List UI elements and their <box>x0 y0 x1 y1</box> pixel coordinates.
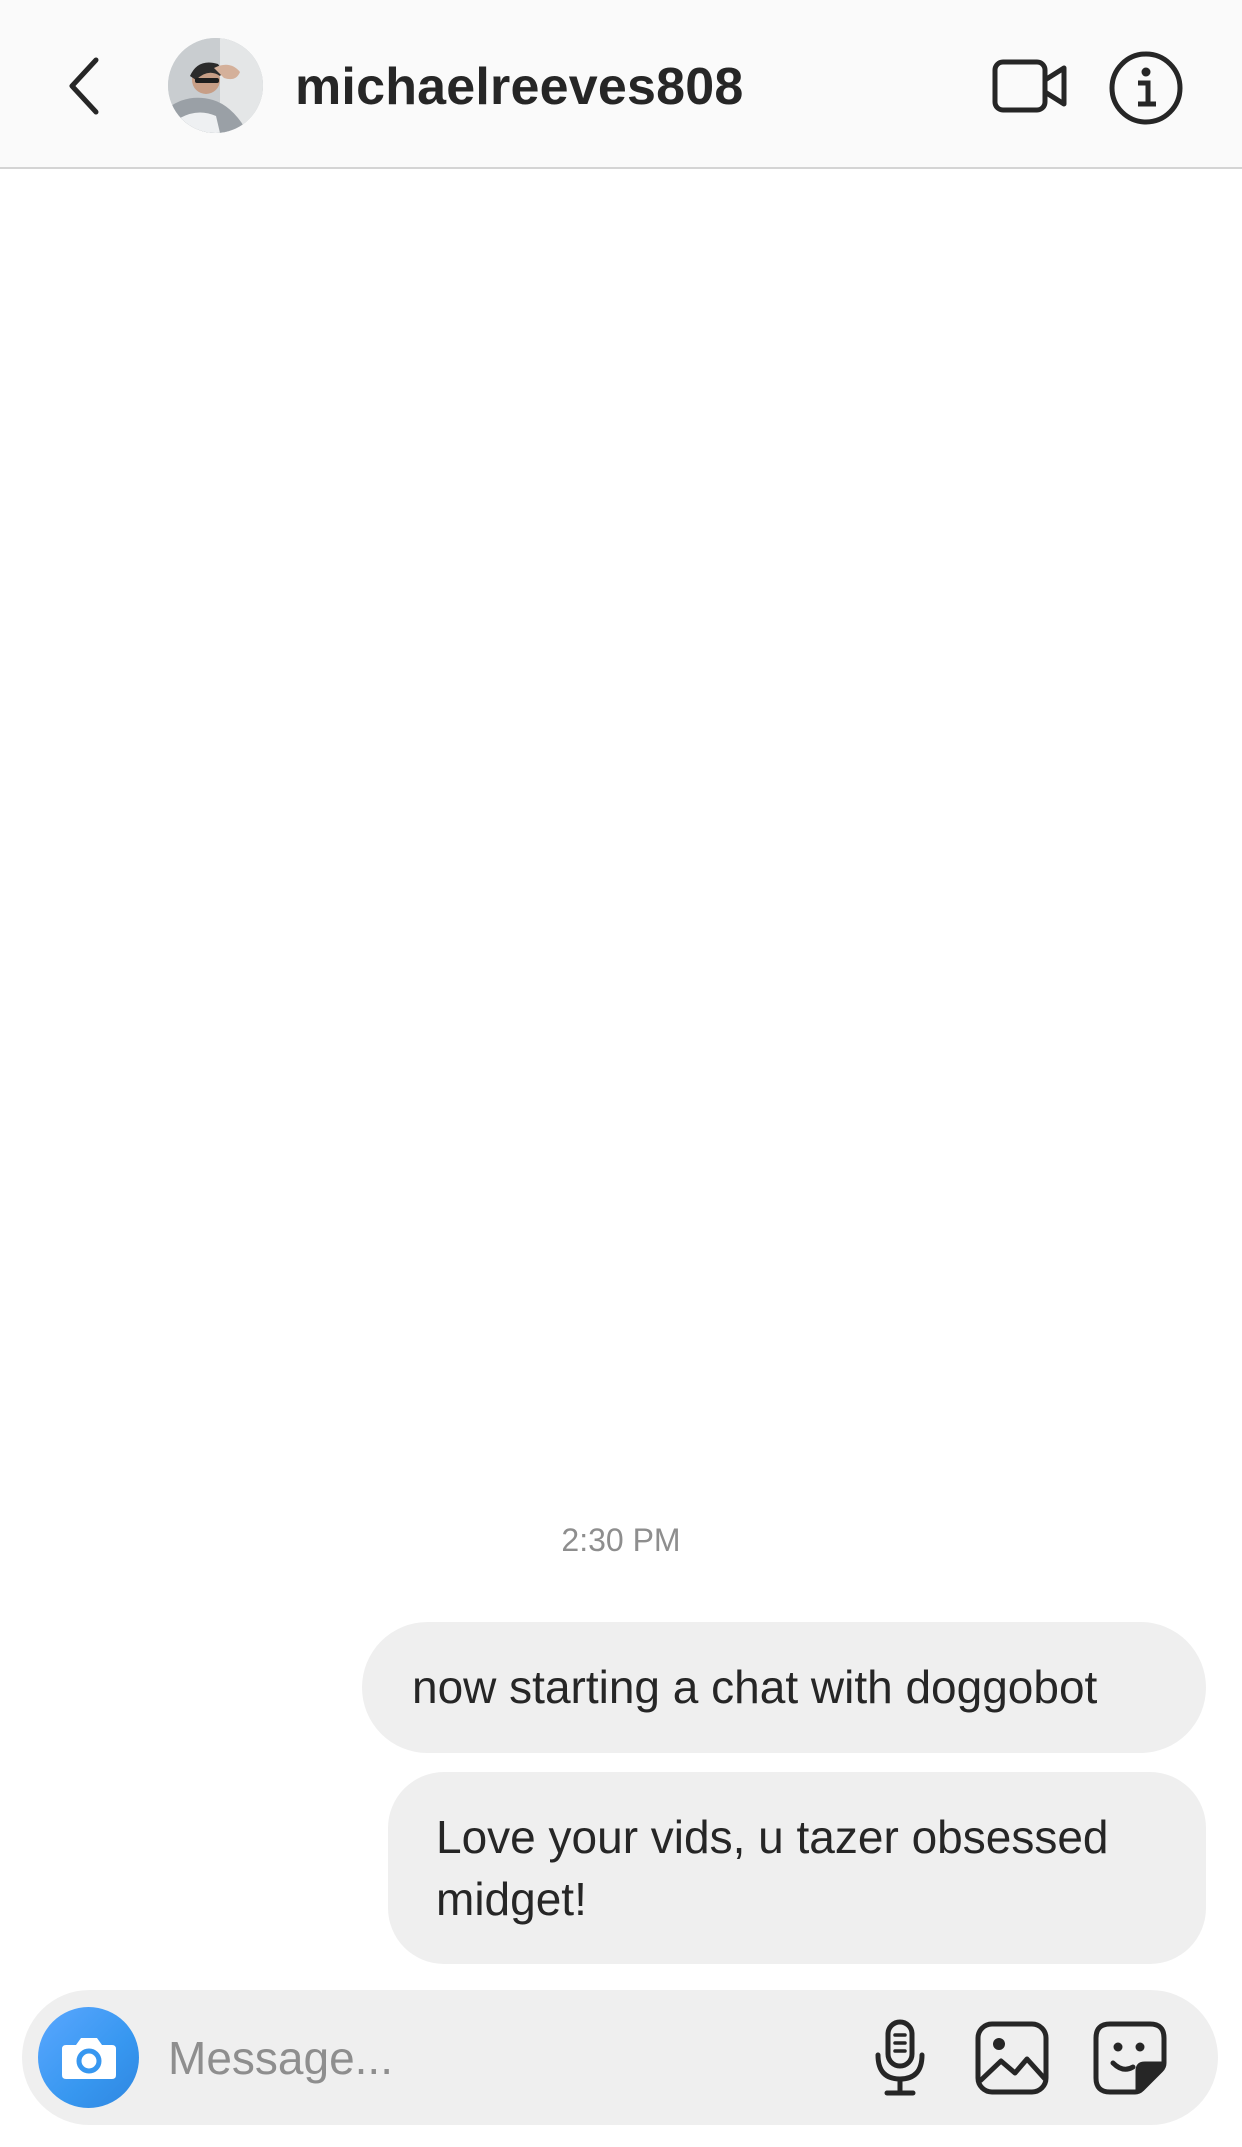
profile-photo <box>168 38 263 133</box>
camera-button[interactable] <box>38 2007 139 2108</box>
message-bubble[interactable]: now starting a chat with doggobot <box>362 1622 1206 1753</box>
voice-message-button[interactable] <box>868 2018 932 2098</box>
chevron-left-icon <box>69 57 99 115</box>
video-camera-icon <box>992 59 1067 113</box>
avatar[interactable] <box>168 38 263 133</box>
gallery-button[interactable] <box>974 2020 1050 2096</box>
dm-thread-screen: michaelreeves808 2:30 PM now starting a … <box>0 0 1242 2147</box>
thread-username[interactable]: michaelreeves808 <box>295 55 743 119</box>
message-bubble[interactable]: Love your vids, u tazer obsessed midget! <box>388 1772 1206 1964</box>
info-icon <box>1109 51 1183 125</box>
microphone-icon <box>875 2019 925 2096</box>
info-button[interactable] <box>1108 50 1184 126</box>
sticker-button[interactable] <box>1092 2020 1168 2096</box>
video-call-button[interactable] <box>990 52 1070 120</box>
image-icon <box>975 2021 1049 2095</box>
message-input[interactable] <box>168 2018 728 2098</box>
camera-icon <box>61 2037 116 2079</box>
message-composer <box>22 1990 1218 2125</box>
sticker-icon <box>1093 2021 1167 2095</box>
thread-header: michaelreeves808 <box>0 0 1242 169</box>
message-timestamp: 2:30 PM <box>561 1522 681 1558</box>
back-button[interactable] <box>52 48 116 124</box>
